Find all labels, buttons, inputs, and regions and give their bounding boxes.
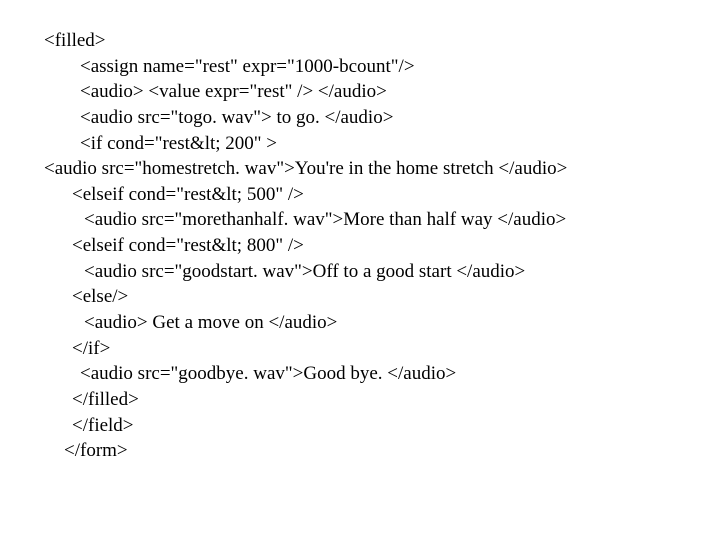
code-line: <else/> bbox=[44, 284, 720, 310]
code-line: <audio> Get a move on </audio> bbox=[44, 310, 720, 336]
code-block: <filled> <assign name="rest" expr="1000-… bbox=[0, 0, 720, 464]
code-line: <audio> <value expr="rest" /> </audio> bbox=[44, 79, 720, 105]
code-line: <elseif cond="rest&lt; 800" /> bbox=[44, 233, 720, 259]
code-line: <audio src="goodstart. wav">Off to a goo… bbox=[44, 259, 720, 285]
code-line: <audio src="morethanhalf. wav">More than… bbox=[44, 207, 720, 233]
code-line: <audio src="homestretch. wav">You're in … bbox=[44, 156, 720, 182]
code-line: <audio src="goodbye. wav">Good bye. </au… bbox=[44, 361, 720, 387]
code-line: <if cond="rest&lt; 200" > bbox=[44, 131, 720, 157]
code-line: <audio src="togo. wav"> to go. </audio> bbox=[44, 105, 720, 131]
code-line: </field> bbox=[44, 413, 720, 439]
code-line: </form> bbox=[44, 438, 720, 464]
code-line: <filled> bbox=[44, 28, 720, 54]
code-line: </filled> bbox=[44, 387, 720, 413]
code-line: <assign name="rest" expr="1000-bcount"/> bbox=[44, 54, 720, 80]
code-line: </if> bbox=[44, 336, 720, 362]
code-line: <elseif cond="rest&lt; 500" /> bbox=[44, 182, 720, 208]
